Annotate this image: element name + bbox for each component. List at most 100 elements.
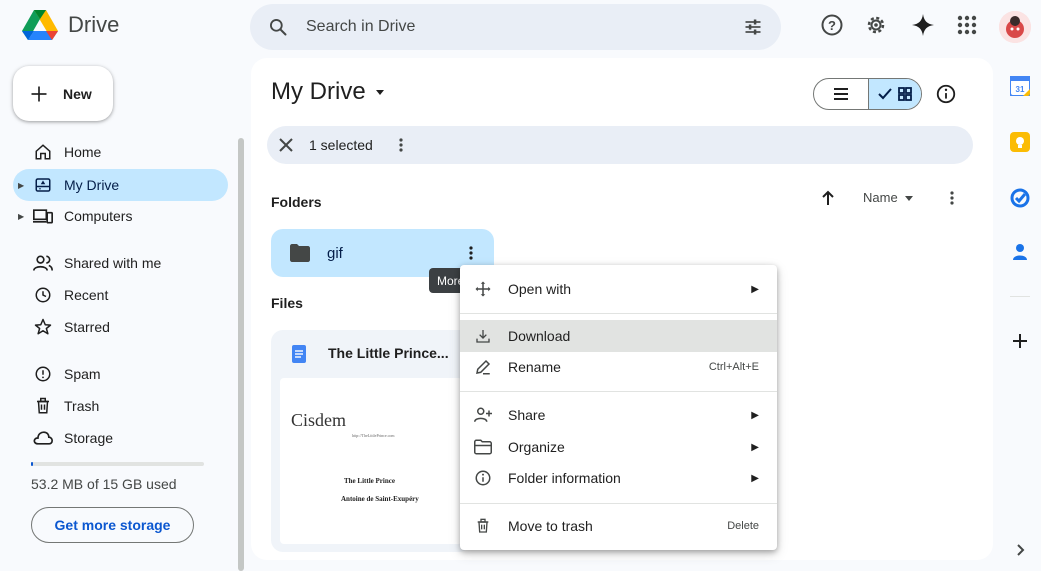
- menu-item-label: Rename: [508, 359, 561, 375]
- search-input[interactable]: Search in Drive: [306, 18, 743, 36]
- search-icon[interactable]: [268, 17, 288, 37]
- menu-item-label: Move to trash: [508, 518, 593, 534]
- menu-item-organize[interactable]: Organize ▶: [460, 431, 777, 463]
- star-icon: [33, 317, 53, 337]
- sidebar-item-shared-with-me[interactable]: Shared with me: [13, 247, 228, 279]
- sidebar-item-label: Trash: [64, 398, 100, 414]
- search-bar[interactable]: Search in Drive: [250, 4, 781, 50]
- computers-icon: [33, 206, 53, 226]
- doc-icon: [292, 345, 306, 363]
- gemini-icon[interactable]: [911, 13, 935, 37]
- thumbnail-title: Cisdem: [291, 410, 347, 430]
- storage-bar: [31, 462, 204, 466]
- submenu-arrow-icon: ▶: [751, 441, 759, 453]
- expand-arrow-icon[interactable]: ▶: [18, 212, 24, 221]
- apps-icon[interactable]: [955, 13, 979, 37]
- sidebar-item-storage[interactable]: Storage: [13, 422, 228, 454]
- menu-item-label: Organize: [508, 439, 565, 455]
- contacts-icon[interactable]: [1010, 242, 1030, 262]
- sidebar-scrollbar[interactable]: [238, 138, 244, 571]
- view-toggle[interactable]: [813, 78, 922, 110]
- menu-item-rename[interactable]: Rename Ctrl+Alt+E: [460, 351, 777, 383]
- arrow-up-icon[interactable]: [816, 186, 840, 210]
- rename-icon: [474, 358, 492, 376]
- info-icon: [474, 469, 492, 487]
- settings-icon[interactable]: [864, 13, 888, 37]
- storage-bar-fill: [31, 462, 33, 466]
- drive-logo[interactable]: Drive: [22, 9, 119, 41]
- menu-item-label: Download: [508, 328, 571, 344]
- share-icon: [474, 406, 492, 424]
- shortcut-hint: Ctrl+Alt+E: [708, 361, 759, 373]
- drive-logo-icon: [22, 10, 58, 40]
- svg-text:?: ?: [828, 18, 836, 33]
- files-heading: Files: [271, 295, 303, 311]
- sidebar-item-label: Recent: [64, 287, 109, 303]
- sidebar-item-spam[interactable]: Spam: [13, 358, 228, 390]
- download-icon: [474, 327, 492, 345]
- sidebar-item-label: Storage: [64, 430, 114, 446]
- page-title-text: My Drive: [271, 78, 366, 105]
- recent-icon: [33, 285, 53, 305]
- storage-usage-text: 53.2 MB of 15 GB used: [31, 476, 177, 492]
- check-icon: [878, 88, 892, 100]
- info-icon[interactable]: [934, 82, 958, 106]
- submenu-arrow-icon: ▶: [751, 409, 759, 421]
- grid-view-button[interactable]: [867, 79, 921, 109]
- expand-arrow-icon[interactable]: ▶: [18, 181, 24, 190]
- search-options-icon[interactable]: [743, 17, 763, 37]
- add-addon-icon[interactable]: [1010, 331, 1030, 351]
- tasks-icon[interactable]: [1010, 188, 1030, 208]
- avatar[interactable]: [999, 11, 1031, 43]
- sidebar-item-starred[interactable]: Starred: [13, 311, 228, 343]
- menu-item-label: Open with: [508, 281, 572, 297]
- more-vert-icon[interactable]: [399, 138, 403, 152]
- menu-divider: [460, 313, 777, 314]
- home-icon: [33, 142, 53, 162]
- close-icon[interactable]: [279, 138, 293, 152]
- caret-down-icon: [904, 195, 913, 201]
- sidebar-item-computers[interactable]: ▶ Computers: [13, 200, 228, 232]
- calendar-icon[interactable]: 31: [1009, 75, 1031, 97]
- selection-count: 1 selected: [309, 137, 373, 153]
- chevron-right-icon[interactable]: [1010, 540, 1030, 560]
- trash-icon: [33, 396, 53, 416]
- sidebar-item-label: Computers: [64, 208, 133, 224]
- rail-divider: [1010, 296, 1030, 297]
- svg-text:31: 31: [1016, 85, 1025, 94]
- sidebar-item-my-drive[interactable]: ▶ My Drive: [13, 169, 228, 201]
- menu-item-share[interactable]: Share ▶: [460, 399, 777, 431]
- folders-heading: Folders: [271, 194, 322, 210]
- folder-icon: [290, 244, 310, 262]
- thumbnail-url: http://TheLittlePrince.com: [352, 433, 395, 438]
- shortcut-hint: Delete: [727, 520, 759, 532]
- sidebar-item-label: Shared with me: [64, 255, 162, 271]
- plus-icon: [31, 86, 47, 101]
- menu-divider: [460, 391, 777, 392]
- help-icon[interactable]: ?: [820, 13, 844, 37]
- menu-item-label: Share: [508, 407, 546, 423]
- open-with-icon: [474, 280, 492, 298]
- sidebar-item-recent[interactable]: Recent: [13, 279, 228, 311]
- grid-view-icon: [897, 87, 912, 101]
- submenu-arrow-icon: ▶: [751, 472, 759, 484]
- list-view-button[interactable]: [814, 79, 868, 109]
- file-card[interactable]: The Little Prince... Cisdem http://TheLi…: [271, 330, 471, 552]
- more-vert-icon[interactable]: [469, 246, 473, 260]
- thumbnail-line: Antoine de Saint-Exupéry: [341, 495, 419, 503]
- my-drive-icon: [33, 175, 53, 195]
- menu-item-move-to-trash[interactable]: Move to trash Delete: [460, 510, 777, 542]
- keep-icon[interactable]: [1010, 132, 1030, 152]
- sidebar-item-label: Home: [64, 144, 102, 160]
- sidebar-item-trash[interactable]: Trash: [13, 390, 228, 422]
- get-more-storage-button[interactable]: Get more storage: [31, 507, 194, 543]
- page-title[interactable]: My Drive: [271, 78, 386, 106]
- more-vert-icon[interactable]: [940, 186, 964, 210]
- menu-item-open-with[interactable]: Open with ▶: [460, 273, 777, 305]
- menu-item-label: Folder information: [508, 470, 621, 486]
- sidebar-item-home[interactable]: Home: [13, 136, 228, 168]
- menu-item-download[interactable]: Download: [460, 320, 777, 352]
- sort-menu[interactable]: Name: [863, 190, 914, 205]
- new-button[interactable]: New: [13, 66, 113, 121]
- menu-item-folder-information[interactable]: Folder information ▶: [460, 462, 777, 494]
